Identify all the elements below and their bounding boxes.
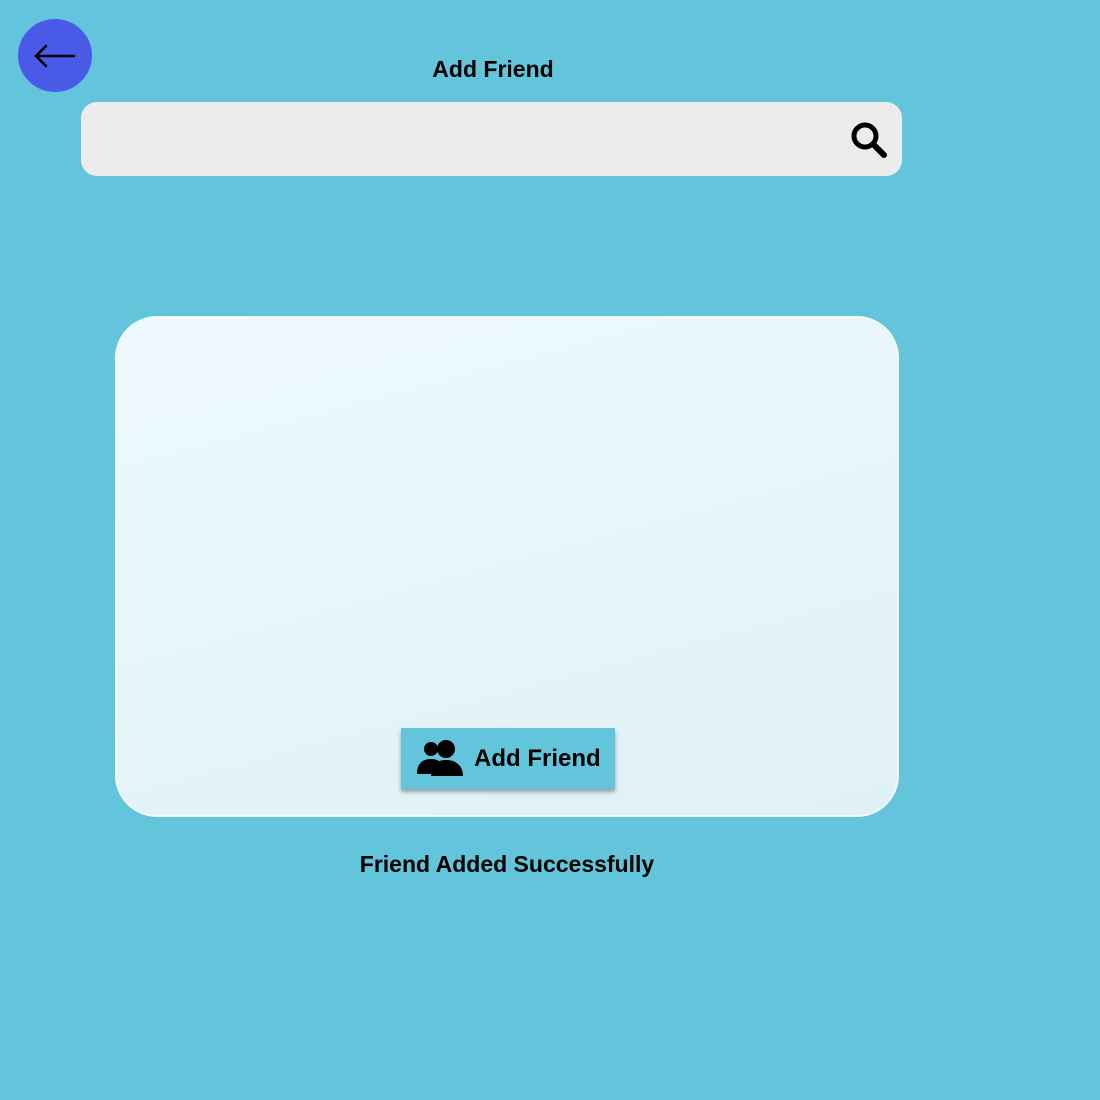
search-bar (81, 102, 902, 176)
user-group-icon (417, 739, 463, 776)
page-title: Add Friend (432, 56, 554, 82)
add-friend-button[interactable]: Add Friend (401, 728, 615, 789)
add-friend-button-label: Add Friend (474, 744, 601, 772)
search-icon[interactable] (850, 121, 888, 159)
search-input[interactable] (81, 102, 831, 176)
search-result-card: Add Friend (115, 316, 899, 817)
status-message: Friend Added Successfully (359, 851, 655, 877)
